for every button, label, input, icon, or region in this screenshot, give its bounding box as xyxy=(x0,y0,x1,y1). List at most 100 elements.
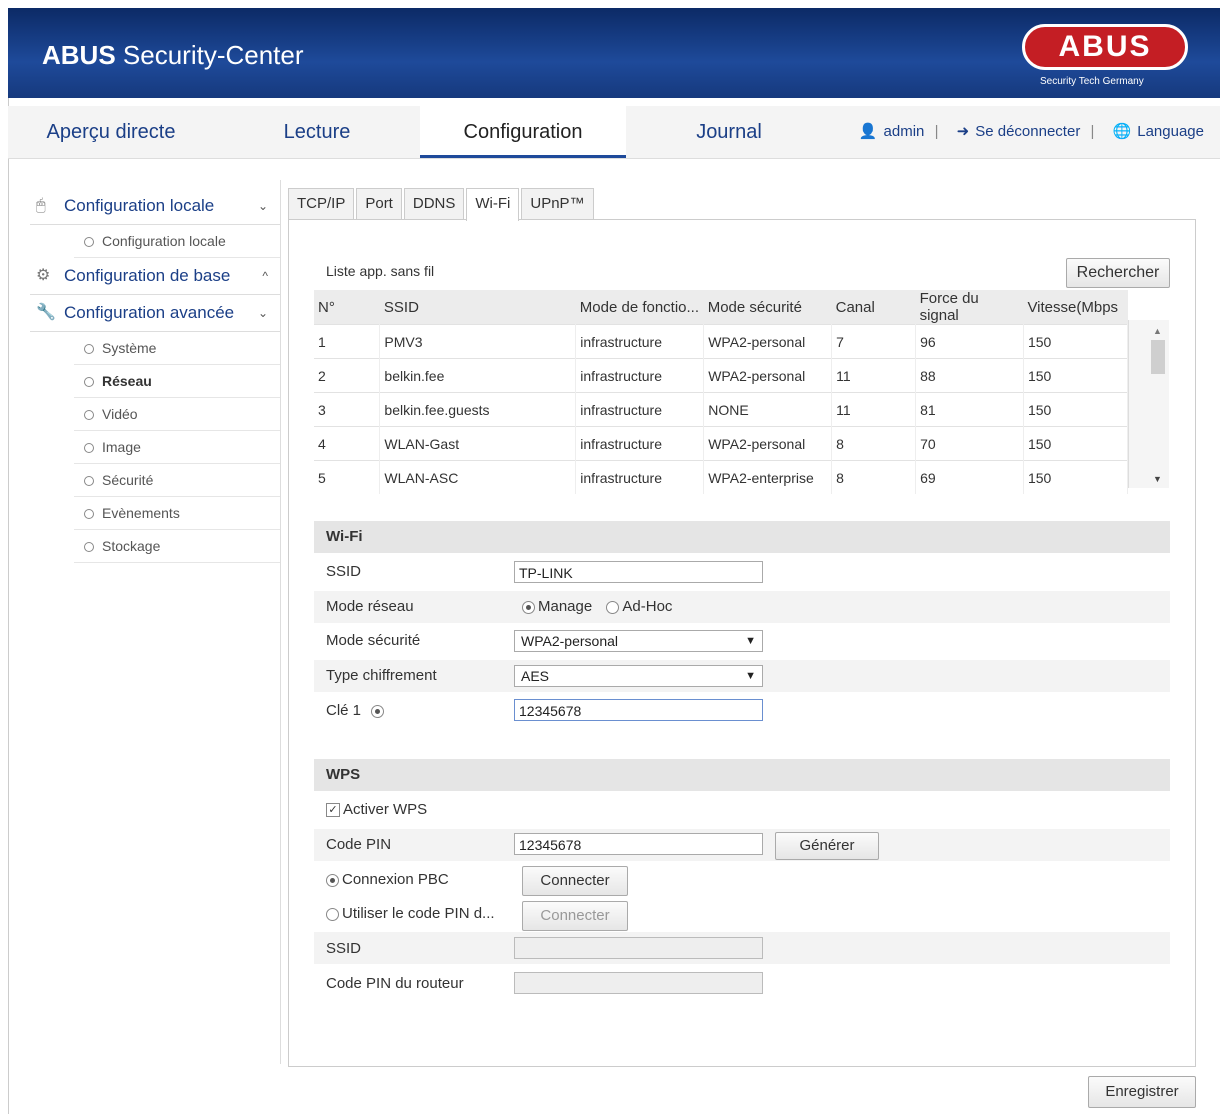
row-background xyxy=(314,591,1170,623)
connect-button-disabled[interactable]: Connecter xyxy=(522,901,628,931)
divider xyxy=(280,180,281,1064)
enable-wps-checkbox[interactable]: ✓ xyxy=(326,803,340,818)
sidebar-item-video[interactable]: Vidéo xyxy=(74,398,280,431)
sidebar: 🖱 Configuration locale ⌄ Configuration l… xyxy=(30,188,280,563)
sidebar-group-label: Configuration locale xyxy=(64,196,215,215)
scroll-down-icon[interactable]: ▼ xyxy=(1153,474,1162,484)
use-pin-label[interactable]: Utiliser le code PIN d... xyxy=(342,905,495,922)
col-mode[interactable]: Mode de fonctio... xyxy=(575,290,704,325)
use-pin-row: Utiliser le code PIN d... xyxy=(326,905,495,922)
router-pin-label: Code PIN du routeur xyxy=(326,975,464,992)
main-nav: Aperçu directe Lecture Configuration Jou… xyxy=(8,106,1220,159)
use-pin-radio[interactable] xyxy=(326,907,339,921)
sidebar-group-local[interactable]: 🖱 Configuration locale ⌄ xyxy=(30,188,280,225)
pin-code-label: Code PIN xyxy=(326,836,392,853)
col-channel[interactable]: Canal xyxy=(831,290,916,325)
sidebar-item-security[interactable]: Sécurité xyxy=(74,464,280,497)
sidebar-item-image[interactable]: Image xyxy=(74,431,280,464)
subtab-upnp[interactable]: UPnP™ xyxy=(521,188,594,219)
radio-manage[interactable] xyxy=(522,600,535,614)
security-mode-select[interactable]: WPA2-personal ▼ xyxy=(514,630,763,652)
subtab-ddns[interactable]: DDNS xyxy=(403,188,465,219)
col-signal[interactable]: Force du signal xyxy=(915,290,1024,325)
network-mode-radios: Manage Ad-Hoc xyxy=(522,598,672,615)
radio-adhoc[interactable] xyxy=(606,600,620,614)
dropdown-arrow-icon: ▼ xyxy=(745,635,756,647)
ssid-input[interactable]: TP-LINK xyxy=(514,561,763,583)
sidebar-item-network[interactable]: Réseau xyxy=(74,365,280,398)
subtab-port[interactable]: Port xyxy=(356,188,402,219)
scroll-thumb[interactable] xyxy=(1151,340,1165,374)
wps-ssid-label: SSID xyxy=(326,940,362,957)
user-name[interactable]: admin xyxy=(884,123,925,140)
table-row[interactable]: 3 belkin.fee.guests infrastructure NONE 11 81… xyxy=(314,392,1129,427)
language-link[interactable]: Language xyxy=(1137,123,1204,140)
ap-list-title: Liste app. sans fil xyxy=(326,263,435,279)
col-speed[interactable]: Vitesse(Mbps xyxy=(1023,290,1128,325)
encryption-label: Type chiffrement xyxy=(326,667,437,684)
save-button[interactable]: Enregistrer xyxy=(1088,1076,1196,1108)
app-title: ABUS Security-Center xyxy=(42,40,304,70)
app-header: ABUS Security-Center ABUS Security Tech … xyxy=(8,8,1220,98)
connect-button[interactable]: Connecter xyxy=(522,866,628,896)
sidebar-item-system[interactable]: Système xyxy=(74,332,280,365)
chevron-down-icon: ⌄ xyxy=(257,306,268,320)
sidebar-item-storage[interactable]: Stockage xyxy=(74,530,280,563)
search-button[interactable]: Rechercher xyxy=(1066,258,1170,288)
tab-live-view[interactable]: Aperçu directe xyxy=(8,106,214,158)
tab-configuration[interactable]: Configuration xyxy=(420,106,626,158)
separator: | xyxy=(934,123,939,140)
logo-mark: ABUS xyxy=(1022,24,1188,70)
network-mode-label: Mode réseau xyxy=(326,598,414,615)
table-row[interactable]: 5 WLAN-ASC infrastructure WPA2-enterprise 8 6… xyxy=(314,460,1129,494)
key-input[interactable]: 12345678 xyxy=(514,699,763,721)
pin-code-input[interactable]: 12345678 xyxy=(514,833,763,855)
col-ssid[interactable]: SSID xyxy=(379,290,576,325)
logout-icon: ➜ xyxy=(956,123,970,140)
wps-ssid-input[interactable] xyxy=(514,937,763,959)
security-mode-label: Mode sécurité xyxy=(326,632,421,649)
abus-logo: ABUS Security Tech Germany xyxy=(1022,24,1188,94)
enable-wps-label[interactable]: Activer WPS xyxy=(343,801,427,818)
col-security[interactable]: Mode sécurité xyxy=(703,290,832,325)
pbc-radio[interactable] xyxy=(326,873,339,887)
subtab-tcpip[interactable]: TCP/IP xyxy=(288,188,355,219)
globe-icon: 🌐 xyxy=(1112,123,1132,140)
ap-table: N° SSID Mode de fonctio... Mode sécurité… xyxy=(314,290,1129,494)
key-label: Clé 1 xyxy=(326,702,362,719)
sidebar-group-advanced[interactable]: 🔧 Configuration avancée ⌄ xyxy=(30,295,280,332)
radio-manage-label[interactable]: Manage xyxy=(538,598,592,615)
key-row: Clé 1 xyxy=(326,702,387,719)
separator: | xyxy=(1090,123,1095,140)
scroll-up-icon[interactable]: ▲ xyxy=(1153,326,1162,336)
wps-section-header: WPS xyxy=(314,759,1170,791)
encryption-select[interactable]: AES ▼ xyxy=(514,665,763,687)
sidebar-group-label: Configuration avancée xyxy=(64,303,235,322)
table-scrollbar[interactable]: ▲ ▼ xyxy=(1128,320,1169,488)
tab-playback[interactable]: Lecture xyxy=(214,106,420,158)
logout-link[interactable]: Se déconnecter xyxy=(975,123,1080,140)
router-pin-input[interactable] xyxy=(514,972,763,994)
user-icon: 👤 xyxy=(858,123,878,140)
table-row[interactable]: 2 belkin.fee infrastructure WPA2-personal 11… xyxy=(314,358,1129,393)
network-subtabs: TCP/IP Port DDNS Wi-Fi UPnP™ xyxy=(288,188,596,221)
sidebar-item-events[interactable]: Evènements xyxy=(74,497,280,530)
pbc-label[interactable]: Connexion PBC xyxy=(342,871,449,888)
table-row[interactable]: 4 WLAN-Gast infrastructure WPA2-personal 8 70… xyxy=(314,426,1129,461)
dropdown-arrow-icon: ▼ xyxy=(745,670,756,682)
sidebar-item-local-config[interactable]: Configuration locale xyxy=(74,225,280,258)
pbc-row: Connexion PBC xyxy=(326,871,449,888)
table-row[interactable]: 1 PMV3 infrastructure WPA2-personal 7 96 150 xyxy=(314,324,1129,359)
sidebar-group-base[interactable]: ⚙ Configuration de base ^ xyxy=(30,258,280,295)
wrench-icon: 🔧 xyxy=(36,304,56,321)
key-radio[interactable] xyxy=(371,704,385,718)
gear-icon: ⚙ xyxy=(36,267,51,284)
col-number[interactable]: N° xyxy=(314,290,380,325)
subtab-wifi[interactable]: Wi-Fi xyxy=(466,188,520,221)
tab-log[interactable]: Journal xyxy=(626,106,832,158)
user-menu: 👤 admin | ➜ Se déconnecter | 🌐 Language xyxy=(853,106,1204,158)
table-header: N° SSID Mode de fonctio... Mode sécurité… xyxy=(314,290,1128,325)
generate-button[interactable]: Générer xyxy=(775,832,879,860)
radio-adhoc-label[interactable]: Ad-Hoc xyxy=(622,598,672,615)
chevron-up-icon: ^ xyxy=(262,269,268,283)
